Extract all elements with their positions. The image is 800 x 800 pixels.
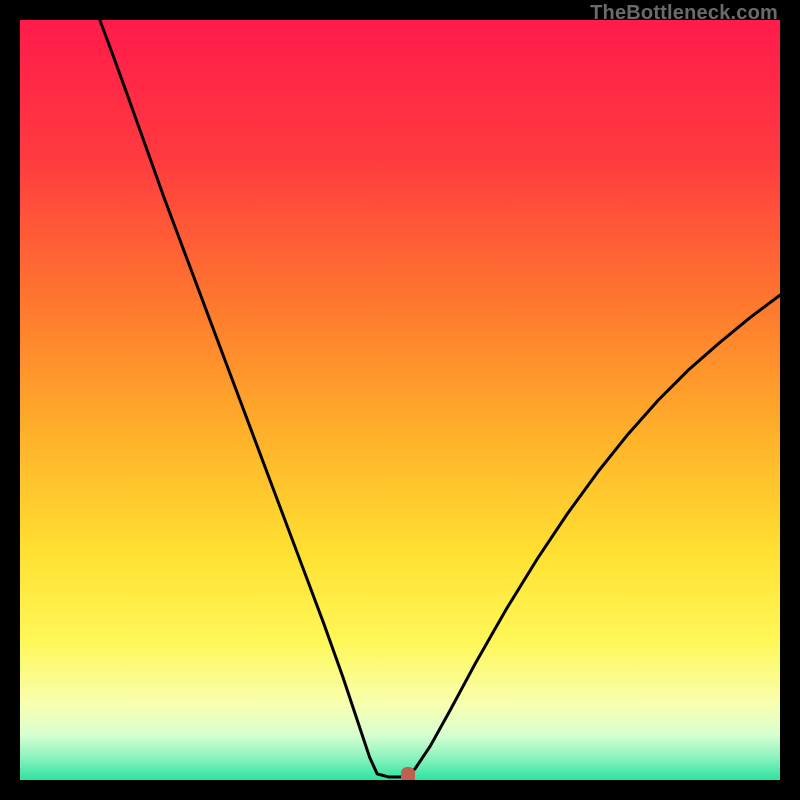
watermark-text: TheBottleneck.com: [590, 2, 778, 25]
min-marker: [401, 767, 415, 780]
plot-area: [20, 20, 780, 780]
chart-frame: TheBottleneck.com: [0, 0, 800, 800]
bottleneck-curve: [20, 20, 780, 780]
